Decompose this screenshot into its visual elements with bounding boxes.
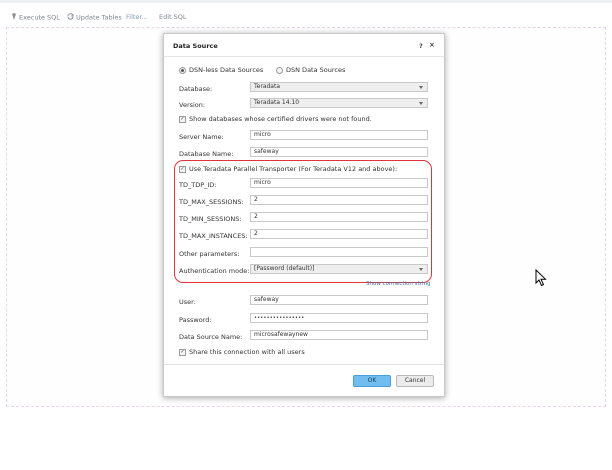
execute-sql-button[interactable]: Execute SQL xyxy=(11,13,60,22)
dialog-title: Data Source xyxy=(173,42,218,50)
database-label: Database: xyxy=(179,85,213,93)
show-uncertified-label: Show databases whose certified drivers w… xyxy=(189,115,372,123)
other-parameters-label: Other parameters: xyxy=(179,250,240,258)
execute-icon xyxy=(11,13,17,22)
chevron-down-icon xyxy=(419,86,423,89)
title-divider xyxy=(164,56,444,57)
server-name-label: Server Name: xyxy=(179,133,224,141)
mouse-cursor-icon xyxy=(535,268,547,289)
radio-dsnless[interactable]: DSN-less Data Sources xyxy=(179,66,263,74)
tdp-id-input[interactable]: micro xyxy=(250,178,428,188)
database-value: Teradata xyxy=(254,83,280,90)
help-icon[interactable]: ? xyxy=(419,42,423,50)
version-label: Version: xyxy=(179,101,206,109)
checkbox-checked[interactable]: ✓ xyxy=(179,165,186,173)
radio-dsn-label: DSN Data Sources xyxy=(286,66,346,74)
filter-link[interactable]: Filter... xyxy=(126,13,148,21)
chevron-down-icon xyxy=(419,102,423,105)
radio-dsnless-dot[interactable] xyxy=(179,66,186,74)
toolbar: Execute SQL Update Tables Filter... Edit… xyxy=(0,4,612,26)
radio-dsnless-label: DSN-less Data Sources xyxy=(189,66,264,74)
share-connection-checkbox[interactable]: ✓ Share this connection with all users xyxy=(179,348,305,356)
data-source-name-input[interactable]: microsafewaynew xyxy=(250,330,428,340)
checkbox-checked[interactable]: ✓ xyxy=(179,348,186,356)
max-instances-input[interactable]: 2 xyxy=(250,229,428,239)
edit-sql-button[interactable]: Edit SQL xyxy=(159,13,187,21)
tdp-id-label: TD_TDP_ID: xyxy=(179,181,217,189)
cancel-button[interactable]: Cancel xyxy=(396,375,434,387)
close-icon[interactable]: × xyxy=(429,41,435,49)
server-name-input[interactable]: micro xyxy=(250,130,428,140)
radio-dsn-dot[interactable] xyxy=(276,66,283,74)
show-connection-string-link[interactable]: Show connection string xyxy=(366,281,430,287)
top-border xyxy=(0,0,612,3)
checkbox-checked[interactable]: ✓ xyxy=(179,115,186,123)
share-connection-label: Share this connection with all users xyxy=(189,348,305,356)
max-instances-label: TD_MAX_INSTANCES: xyxy=(179,232,248,240)
footer-divider xyxy=(164,364,444,365)
other-parameters-input[interactable] xyxy=(250,247,428,257)
use-tpt-checkbox[interactable]: ✓ Use Teradata Parallel Transporter (For … xyxy=(179,165,397,173)
chevron-down-icon xyxy=(419,268,423,271)
min-sessions-label: TD_MIN_SESSIONS: xyxy=(179,215,242,223)
data-source-name-label: Data Source Name: xyxy=(179,333,243,341)
radio-dsn[interactable]: DSN Data Sources xyxy=(276,66,345,74)
max-sessions-input[interactable]: 2 xyxy=(250,195,428,205)
database-select[interactable]: Teradata xyxy=(250,82,428,92)
update-tables-button[interactable]: Update Tables xyxy=(67,13,122,22)
update-tables-label: Update Tables xyxy=(76,13,122,22)
password-input[interactable]: •••••••••••••••• xyxy=(250,313,428,323)
database-name-input[interactable]: safeway xyxy=(250,147,428,157)
authentication-mode-label: Authentication mode: xyxy=(179,267,250,275)
show-uncertified-checkbox[interactable]: ✓ Show databases whose certified drivers … xyxy=(179,115,372,123)
use-tpt-label: Use Teradata Parallel Transporter (For T… xyxy=(189,165,398,173)
password-label: Password: xyxy=(179,316,212,324)
user-input[interactable]: safeway xyxy=(250,295,428,305)
min-sessions-input[interactable]: 2 xyxy=(250,212,428,222)
update-icon xyxy=(67,13,74,22)
version-select[interactable]: Teradata 14.10 xyxy=(250,98,428,108)
version-value: Teradata 14.10 xyxy=(254,99,300,106)
authentication-mode-select[interactable]: [Password (default)] xyxy=(250,264,428,274)
data-source-dialog: Data Source ? × DSN-less Data Sources DS… xyxy=(163,33,445,397)
user-label: User: xyxy=(179,298,196,306)
database-name-label: Database Name: xyxy=(179,150,234,158)
max-sessions-label: TD_MAX_SESSIONS: xyxy=(179,198,244,206)
authentication-mode-value: [Password (default)] xyxy=(254,265,315,272)
ok-button[interactable]: OK xyxy=(353,375,391,387)
execute-sql-label: Execute SQL xyxy=(19,13,60,22)
